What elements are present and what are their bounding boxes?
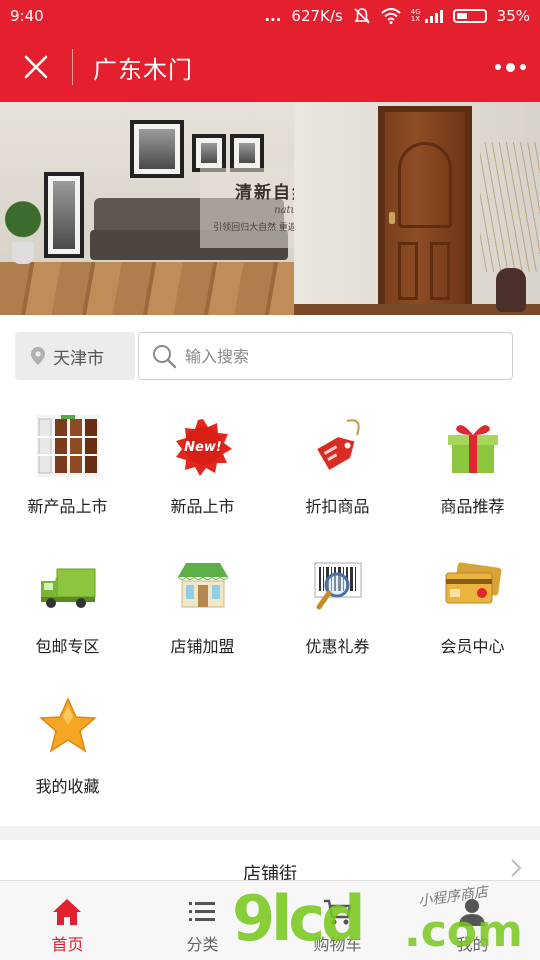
star-icon — [39, 697, 97, 753]
battery-percent: 35% — [496, 7, 530, 25]
wall-frame — [230, 134, 264, 172]
grid-item-store-franchise[interactable]: 店铺加盟 — [135, 535, 270, 675]
tab-home[interactable]: 首页 — [0, 881, 135, 960]
title-bar: 广东木门 — [0, 32, 540, 102]
grid-item-label: 折扣商品 — [305, 497, 370, 516]
battery-icon — [452, 9, 487, 23]
grid-item-new-products[interactable]: 新产品上市 — [0, 395, 135, 535]
more-icon-dot — [519, 64, 526, 70]
banner-plant — [0, 182, 46, 244]
banner-twigs — [480, 142, 540, 272]
wifi-icon — [381, 8, 401, 24]
banner-vase — [496, 268, 526, 312]
banner-plant-pot — [12, 242, 34, 264]
grid-item-label: 新产品上市 — [27, 497, 108, 516]
close-button[interactable] — [0, 32, 72, 102]
status-dots: ... — [264, 7, 282, 25]
chevron-right-icon — [511, 859, 522, 877]
bottom-tab-bar: 首页 分类 购物车 我的 — [0, 880, 540, 960]
hero-banner[interactable]: 清新自然 natural style 引领回归大自然 重返原木生活 — [0, 102, 540, 315]
grid-item-member-center[interactable]: 会员中心 — [405, 535, 540, 675]
door-arch-panel — [398, 142, 452, 228]
status-bar: 9:40 ... 627K/s 4G 1X 35% — [0, 0, 540, 32]
grid-item-label: 店铺加盟 — [170, 637, 235, 656]
grid-item-coupons[interactable]: 优惠礼券 — [270, 535, 405, 675]
tab-mine[interactable]: 我的 — [405, 881, 540, 960]
location-pin-icon — [31, 347, 45, 365]
network-speed: 627K/s — [291, 7, 343, 25]
tab-label: 购物车 — [313, 935, 362, 954]
more-icon-dot — [494, 64, 501, 70]
banner-floor — [0, 262, 294, 315]
wall-frame — [192, 134, 226, 172]
page-title: 广东木门 — [93, 55, 193, 84]
svg-text:New!: New! — [184, 440, 222, 455]
grid-item-label: 优惠礼券 — [305, 637, 370, 656]
new-badge-icon: New! — [176, 419, 232, 476]
member-card-icon — [445, 562, 502, 604]
tab-label: 分类 — [186, 935, 219, 954]
close-icon — [24, 55, 48, 79]
tab-label: 首页 — [51, 935, 84, 954]
search-box[interactable] — [138, 332, 513, 380]
signal-icon: 4G 1X — [411, 9, 443, 23]
tab-category[interactable]: 分类 — [135, 881, 270, 960]
city-name: 天津市 — [53, 348, 104, 369]
search-row: 天津市 — [0, 315, 540, 395]
mute-bell-icon — [354, 8, 370, 24]
door-lower-panel — [430, 242, 450, 300]
list-icon — [189, 902, 215, 921]
more-icon-dot — [505, 62, 515, 72]
grid-item-favorites[interactable]: 我的收藏 — [0, 675, 135, 815]
user-icon — [459, 899, 485, 926]
grid-item-label: 会员中心 — [440, 637, 505, 656]
door-lower-panel — [398, 242, 418, 300]
grid-item-free-shipping[interactable]: 包邮专区 — [0, 535, 135, 675]
cart-icon — [324, 899, 352, 925]
price-tag-icon — [317, 419, 360, 470]
barcode-scan-icon — [314, 562, 362, 610]
grid-item-label: 包邮专区 — [35, 637, 100, 656]
door-knob — [389, 212, 395, 224]
city-selector[interactable]: 天津市 — [15, 332, 135, 380]
door-catalog-icon — [37, 415, 99, 477]
grid-item-new-arrivals[interactable]: New! 新品上市 — [135, 395, 270, 535]
section-separator — [0, 826, 540, 840]
delivery-truck-icon — [41, 568, 96, 608]
tab-cart[interactable]: 购物车 — [270, 881, 405, 960]
home-icon — [53, 899, 81, 925]
status-indicators: ... 627K/s 4G 1X 35% — [264, 7, 530, 25]
grid-item-recommended[interactable]: 商品推荐 — [405, 395, 540, 535]
grid-item-label: 新品上市 — [170, 497, 235, 516]
wall-frame — [44, 172, 84, 258]
grid-item-discounts[interactable]: 折扣商品 — [270, 395, 405, 535]
search-input[interactable] — [185, 346, 485, 366]
more-button[interactable] — [480, 32, 540, 102]
storefront-icon — [177, 563, 229, 608]
search-icon — [153, 345, 177, 369]
grid-item-label: 商品推荐 — [440, 497, 505, 516]
status-time: 9:40 — [10, 7, 44, 25]
network-type-bottom: 1X — [410, 15, 421, 23]
tab-label: 我的 — [456, 935, 489, 954]
store-street-row[interactable]: 店铺街 — [0, 840, 540, 885]
category-grid: 新产品上市 New! 新品上市 折扣商品 商品推荐 包邮专区 店铺加盟 优惠礼券… — [0, 395, 540, 825]
grid-item-label: 我的收藏 — [35, 777, 100, 796]
gift-box-icon — [448, 425, 498, 473]
app-page: 9:40 ... 627K/s 4G 1X 35% 广东木门 清新自然 natu… — [0, 0, 540, 960]
wall-frame — [130, 120, 184, 178]
